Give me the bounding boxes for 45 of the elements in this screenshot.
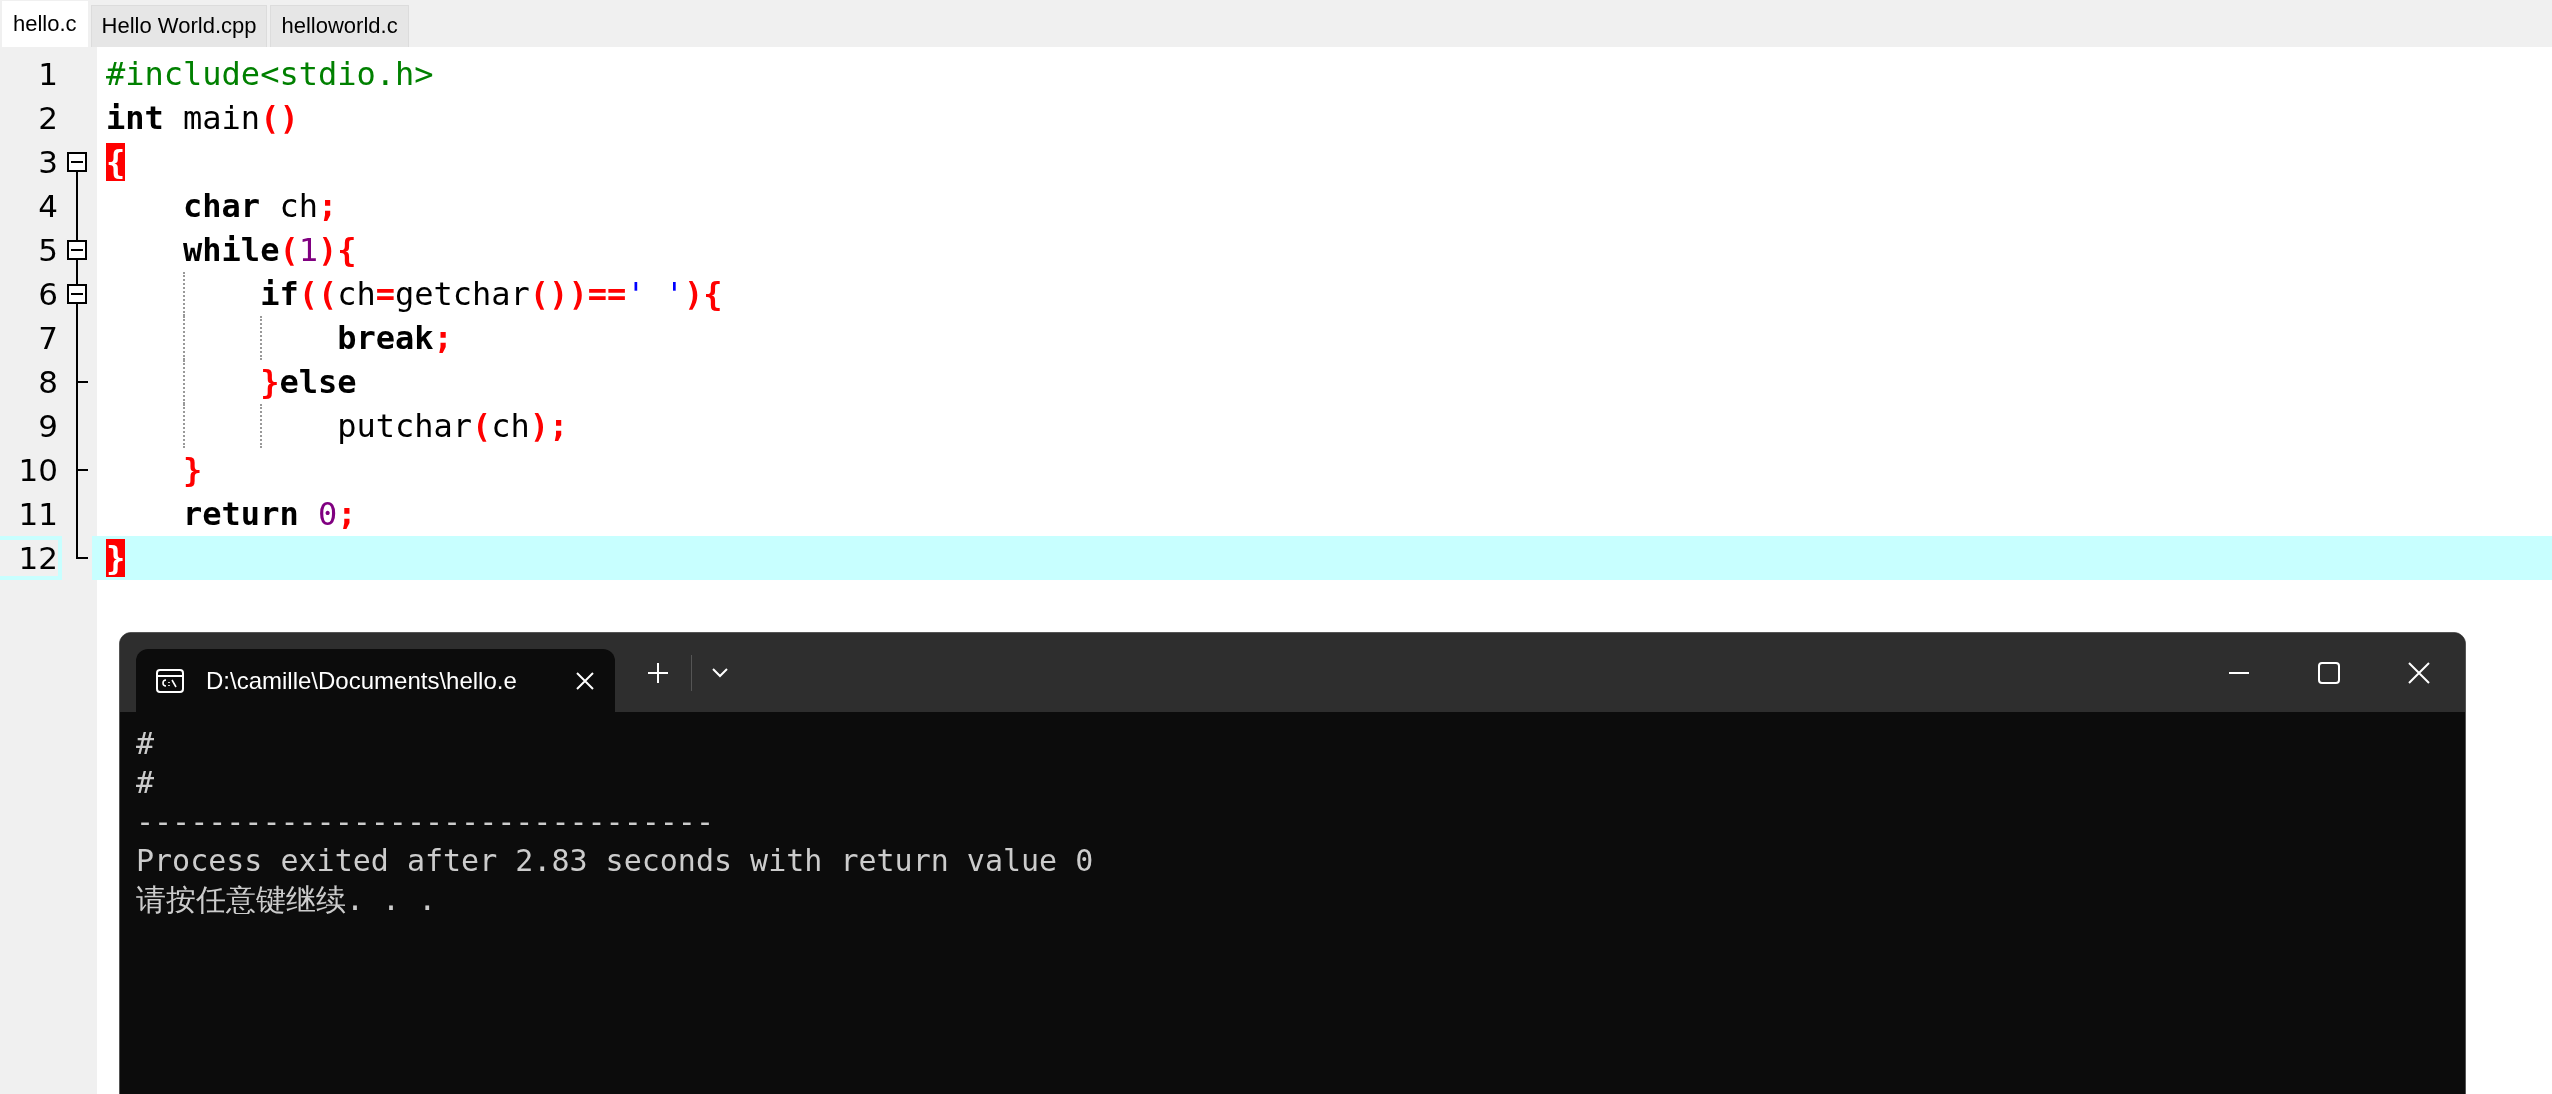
close-icon[interactable] [2407, 660, 2431, 685]
fold-end-icon [76, 360, 88, 404]
maximize-icon[interactable] [2317, 660, 2341, 685]
line-number: 9 [37, 408, 58, 444]
console-output-line: 请按任意键继续. . . [136, 881, 437, 919]
code-line: }else [106, 360, 357, 404]
fold-end-icon [76, 536, 88, 559]
line-number: 6 [37, 276, 58, 312]
minimize-icon[interactable] [2227, 670, 2251, 675]
line-number: 5 [37, 232, 58, 268]
code-line: } [182, 450, 203, 491]
code-line: char ch; [182, 186, 338, 227]
terminal-tab[interactable]: D:\camille\Documents\hello.e [136, 649, 615, 712]
code-line: if((ch=getchar())==' '){ [106, 272, 723, 316]
line-number: 12 [0, 540, 58, 576]
code-line: break; [106, 316, 453, 360]
code-line: return 0; [182, 494, 357, 535]
code-line: putchar(ch); [106, 404, 569, 448]
fold-line-icon [76, 492, 78, 536]
line-number: 1 [37, 56, 58, 92]
code-line: int main() [106, 98, 299, 139]
console-icon [156, 668, 184, 693]
file-tab[interactable]: helloworld.c [270, 5, 409, 47]
console-output-line: # [136, 725, 155, 763]
close-icon[interactable] [575, 670, 595, 691]
code-line: #include<stdio.h> [106, 54, 434, 95]
fold-line-icon [76, 184, 78, 228]
line-number: 7 [37, 320, 58, 356]
line-number: 2 [37, 100, 58, 136]
file-tab[interactable]: hello.c [2, 1, 88, 47]
add-tab-icon[interactable] [647, 661, 669, 684]
fold-end-icon [76, 448, 88, 492]
line-number: 4 [37, 188, 58, 224]
fold-line-icon [76, 316, 78, 360]
console-output-line: # [136, 764, 155, 802]
console-output-line: Process exited after 2.83 seconds with return value 0 [136, 842, 1094, 880]
file-tab[interactable]: Hello World.cpp [90, 5, 268, 47]
code-line: while(1){ [182, 230, 357, 271]
fold-line-icon [76, 404, 78, 448]
line-number: 11 [17, 496, 58, 532]
line-number: 8 [37, 364, 58, 400]
console-output-line: -------------------------------- [136, 803, 714, 841]
line-number: 10 [17, 452, 58, 488]
line-number: 3 [37, 144, 58, 180]
dropdown-icon[interactable] [711, 666, 729, 679]
